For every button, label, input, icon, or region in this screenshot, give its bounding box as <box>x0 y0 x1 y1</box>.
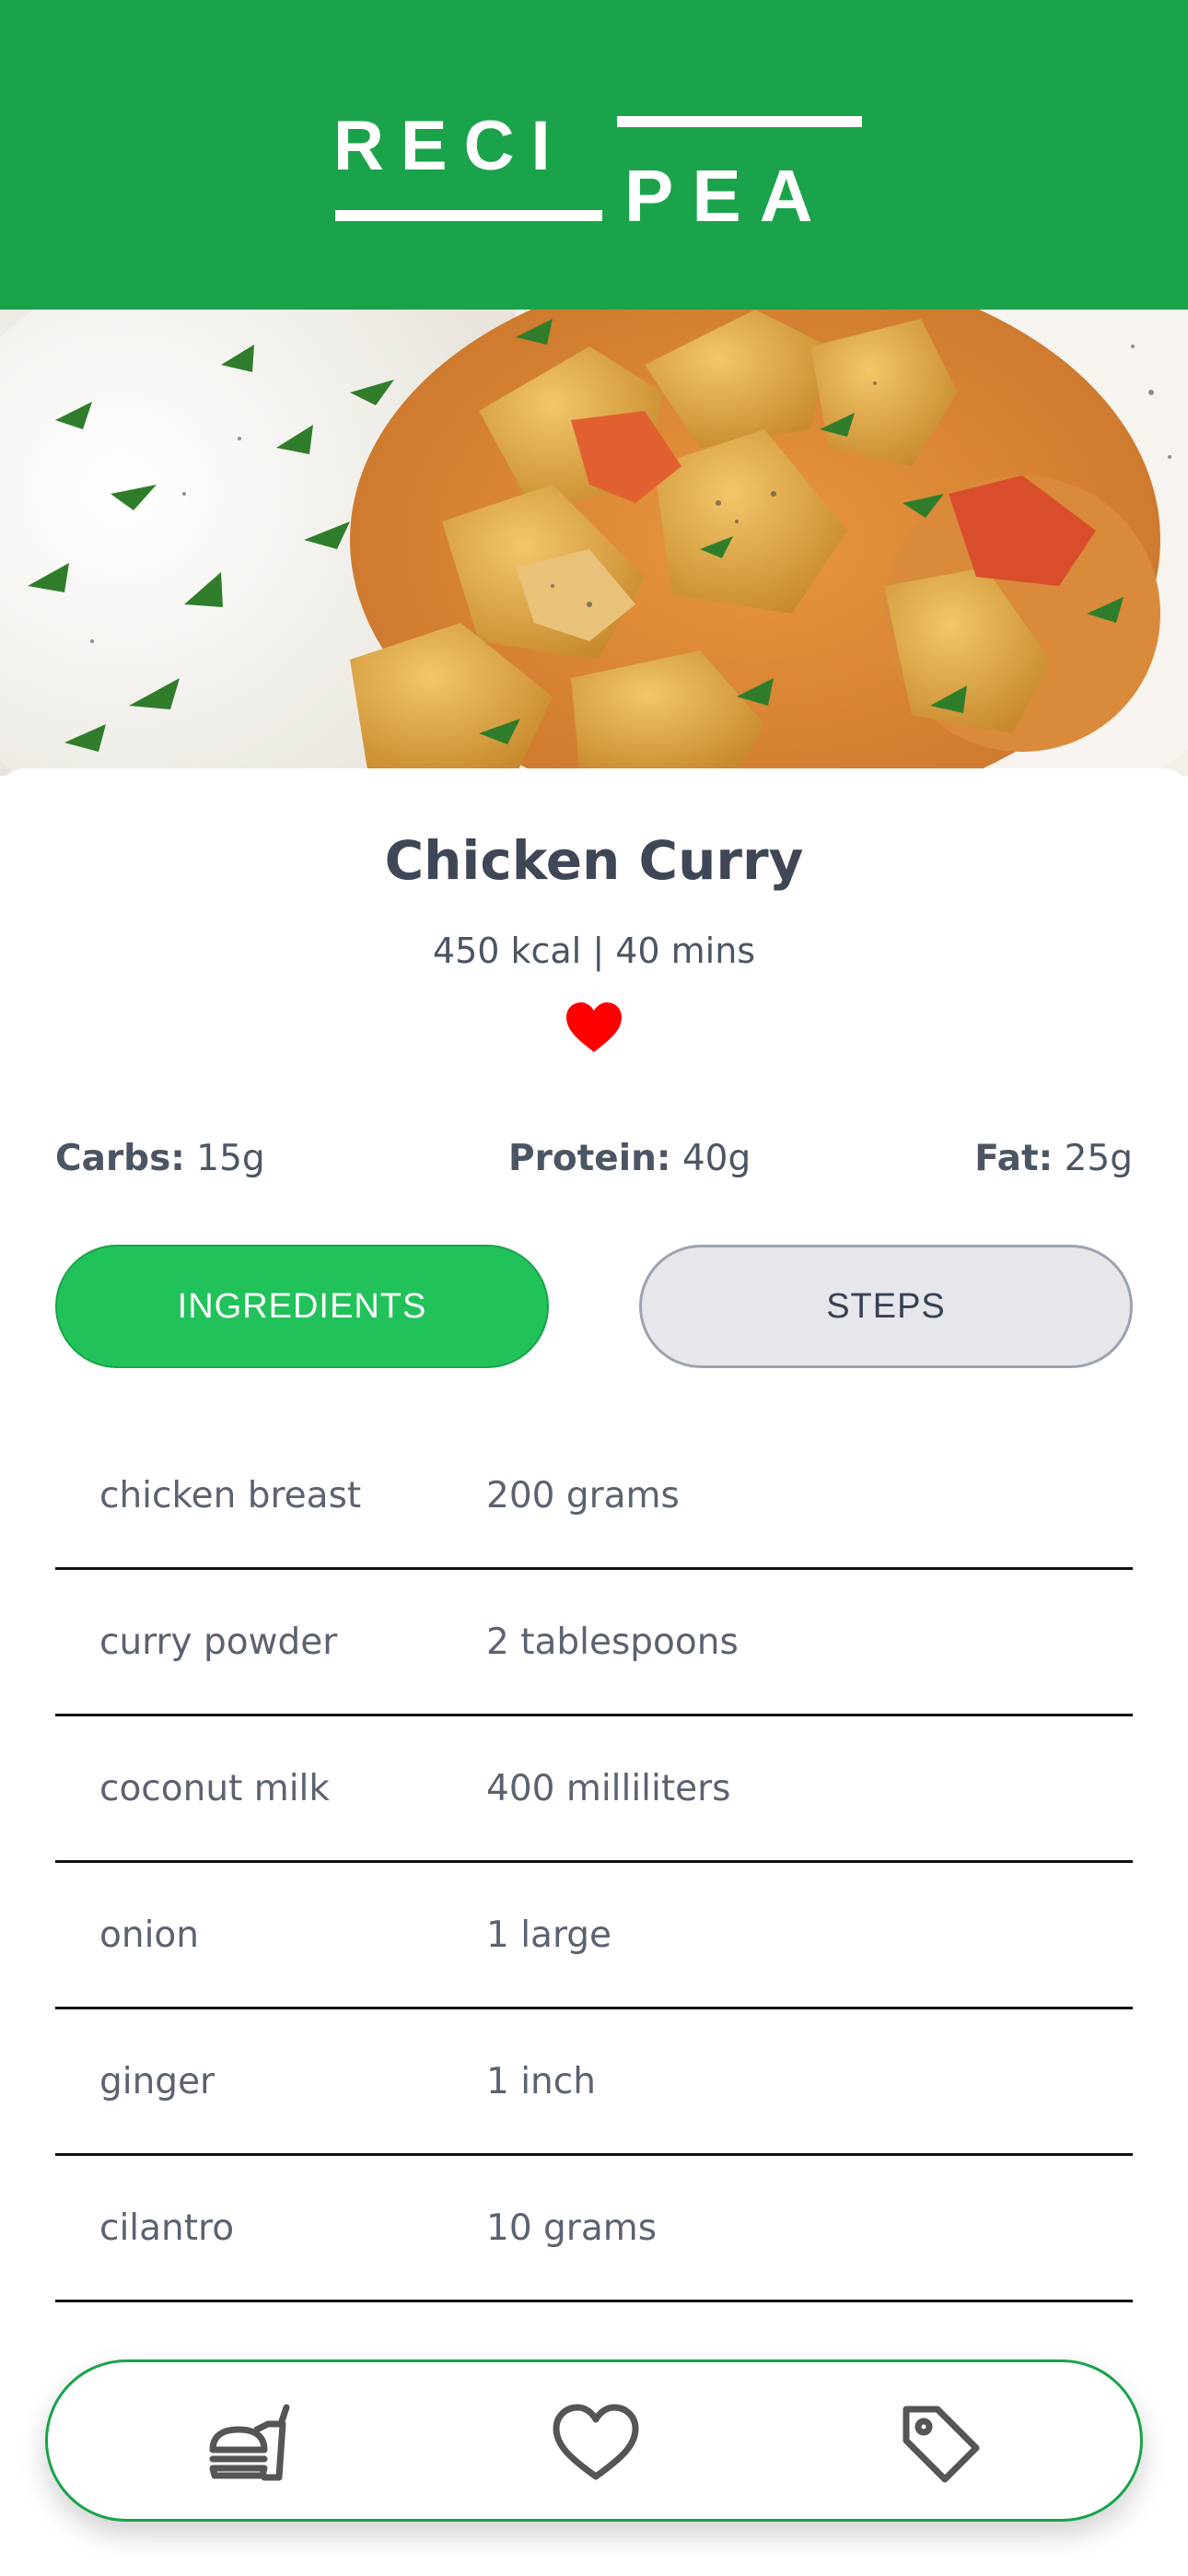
recipe-title: Chicken Curry <box>384 829 804 892</box>
list-item: cilantro 10 grams <box>55 2156 1133 2302</box>
fast-food-icon <box>209 2404 290 2481</box>
ingredients-list: chicken breast 200 grams curry powder 2 … <box>55 1423 1133 2302</box>
list-item: ginger 1 inch <box>55 2009 1133 2156</box>
list-item: curry powder 2 tablespoons <box>55 1570 1133 1716</box>
tag-icon <box>903 2406 980 2483</box>
heart-outline-icon <box>553 2404 639 2480</box>
nav-recipes-button[interactable] <box>205 2399 297 2488</box>
logo-text-bottom: PEA <box>624 155 832 227</box>
ingredient-quantity: 1 inch <box>486 2061 596 2102</box>
tab-steps[interactable]: STEPS <box>639 1245 1133 1368</box>
list-item: chicken breast 200 grams <box>55 1423 1133 1570</box>
macro-label: Carbs: <box>55 1138 185 1179</box>
recipea-logo: RECI PEA <box>333 116 862 227</box>
ingredient-quantity: 200 grams <box>486 1475 680 1516</box>
ingredient-name: coconut milk <box>99 1768 330 1809</box>
ingredient-quantity: 400 milliliters <box>486 1768 731 1809</box>
macro-label: Fat: <box>974 1138 1054 1179</box>
logo-text-top: RECI <box>333 116 567 185</box>
ingredient-name: chicken breast <box>99 1475 362 1516</box>
macros-row: Carbs: 15g Protein: 40g Fat: 25g <box>55 1138 1133 1193</box>
ingredient-name: onion <box>99 1914 199 1956</box>
macro-fat: Fat: 25g <box>974 1138 1133 1179</box>
macro-label: Protein: <box>508 1138 671 1179</box>
app-header: RECI PEA <box>0 0 1188 310</box>
ingredient-quantity: 2 tablespoons <box>486 1622 739 1663</box>
nav-favorites-button[interactable] <box>550 2399 642 2488</box>
macro-value: 15g <box>184 1138 265 1179</box>
macro-carbs: Carbs: 15g <box>55 1138 265 1179</box>
recipe-hero-image <box>0 310 1188 776</box>
macro-protein: Protein: 40g <box>508 1138 751 1179</box>
ingredient-quantity: 1 large <box>486 1914 612 1956</box>
recipe-meta: 450 kcal | 40 mins <box>432 931 756 971</box>
ingredient-name: cilantro <box>99 2207 235 2249</box>
list-item: onion 1 large <box>55 1863 1133 2009</box>
heart-filled-icon[interactable] <box>565 1001 623 1054</box>
macro-value: 25g <box>1053 1138 1133 1179</box>
macro-value: 40g <box>670 1138 751 1179</box>
ingredient-name: ginger <box>99 2061 215 2102</box>
nav-tags-button[interactable] <box>894 2399 986 2488</box>
ingredient-name: curry powder <box>99 1622 338 1663</box>
ingredient-quantity: 10 grams <box>486 2207 658 2249</box>
bottom-nav-bar <box>45 2359 1143 2522</box>
list-item: coconut milk 400 milliliters <box>55 1716 1133 1863</box>
tab-ingredients[interactable]: INGREDIENTS <box>55 1245 549 1368</box>
